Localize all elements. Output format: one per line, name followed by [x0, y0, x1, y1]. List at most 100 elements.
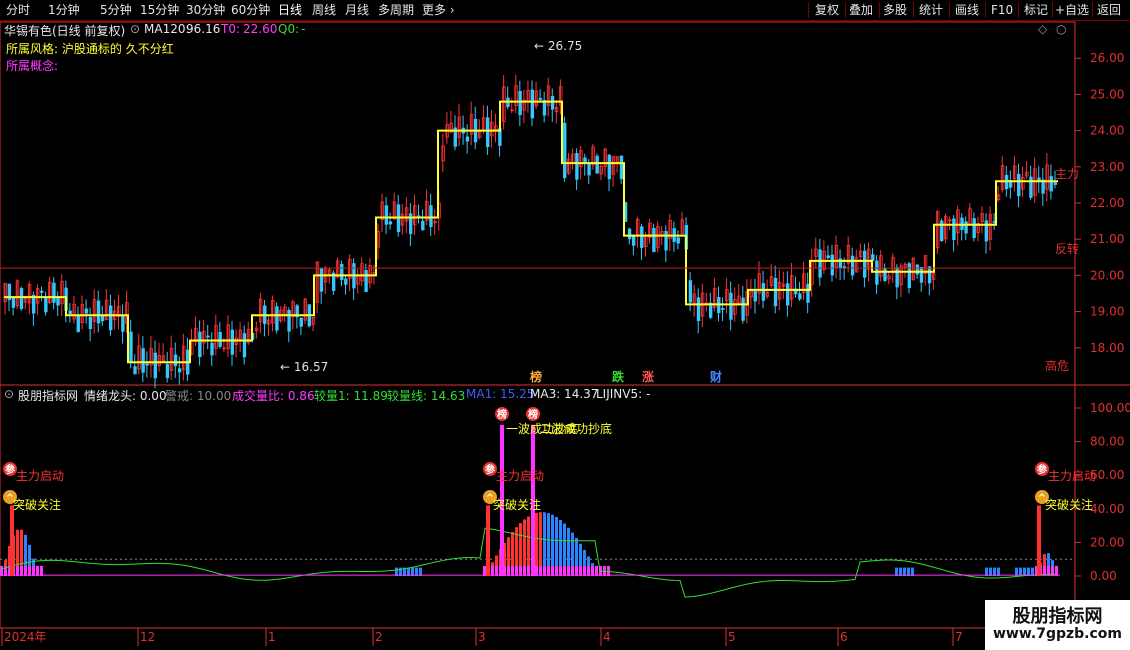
indicator-bar-base: [527, 565, 530, 576]
step-line: [0, 100, 1075, 364]
candle-body: [842, 266, 847, 269]
candle-body: [964, 221, 968, 234]
candle-body: [141, 348, 145, 373]
indicator-bar-base: [36, 565, 39, 576]
candle-body: [173, 354, 178, 367]
candle-body: [421, 220, 425, 231]
indicator-bar-base: [483, 565, 486, 576]
price-tick-label: 25.00: [1090, 87, 1124, 101]
candle-body: [287, 309, 291, 332]
event-bang1-glyph: 榜: [497, 408, 507, 421]
qxlt-value: 情绪龙头: 0.00: [84, 389, 167, 403]
indicator-bar-base: [583, 565, 586, 576]
indicator-tick-label: 100.00: [1090, 401, 1130, 415]
indicator-bar-base: [495, 565, 498, 576]
candle-body: [530, 89, 534, 119]
indicator-bar-base: [551, 565, 554, 576]
indicator-bar-base: [20, 565, 23, 576]
event-tupo-label: 突破关注: [493, 497, 541, 512]
time-tick-label: 7: [955, 630, 963, 644]
indicator-bar-base: [547, 565, 550, 576]
candles: [3, 74, 1057, 389]
indicator-tick-label: 80.00: [1090, 435, 1124, 449]
candle-body: [830, 254, 834, 276]
candle-body: [52, 282, 56, 303]
signal-bar: [10, 505, 14, 576]
candle-body: [340, 263, 344, 281]
high-price-label: ← 26.75: [534, 39, 582, 53]
time-tick-label: 1: [268, 630, 276, 644]
candle-body: [785, 283, 790, 306]
time-tick-label: 6: [840, 630, 848, 644]
event-zhuli-label: 主力启动: [1048, 469, 1096, 483]
jl1-value: 较量1: 11.89: [314, 389, 388, 403]
time-tick-label: 3: [478, 630, 486, 644]
kline-chart: 18.0019.0020.0021.0022.0023.0024.0025.00…: [0, 21, 1130, 646]
candle-body: [773, 277, 778, 307]
indicator-bar-base: [535, 565, 538, 576]
price-tick-label: 22.00: [1090, 196, 1124, 210]
indicator-bar-base: [28, 565, 31, 576]
candle-body: [550, 96, 555, 110]
candle-body: [575, 153, 579, 180]
time-tick-label: 2: [375, 630, 383, 644]
event-tupo-label: 突破关注: [1045, 497, 1093, 512]
candle-body: [676, 237, 680, 244]
indicator-bar-base: [519, 565, 522, 576]
candle-body: [44, 296, 48, 313]
candle-body: [826, 255, 830, 259]
candle-body: [40, 290, 44, 293]
event-marker: 财: [709, 369, 722, 384]
candle-body: [729, 292, 733, 320]
candle-body: [133, 366, 137, 375]
candle-body: [538, 97, 543, 100]
indicator-bar-base: [575, 565, 578, 576]
candle-body: [84, 308, 89, 314]
candle-body: [806, 283, 810, 303]
candle-body: [907, 263, 912, 288]
indicator-header: ⊙ 股朋指标网 情绪龙头: 0.00 警戒: 10.00 成交量比: 0.86 …: [0, 387, 1075, 403]
event-zhuli-glyph: 参: [5, 463, 15, 476]
indicator-bar-base: [559, 565, 562, 576]
candle-body: [863, 250, 867, 278]
candle-body: [100, 315, 105, 322]
event-marker: 榜: [530, 369, 542, 384]
event-tupo-label: 突破关注: [13, 497, 61, 512]
event-zhuli-label: 主力启动: [496, 469, 544, 483]
candle-body: [275, 306, 279, 331]
price-tick-label: 21.00: [1090, 232, 1124, 246]
indicator-bar-base: [567, 565, 570, 576]
candle-body: [871, 254, 875, 261]
candle-body: [721, 308, 725, 310]
event-zhuli-glyph: 参: [1037, 463, 1047, 476]
indicator-tick-label: 0.00: [1090, 569, 1117, 583]
indicator-bar-base: [595, 565, 598, 576]
candle-body: [210, 342, 214, 356]
candle-body: [563, 122, 567, 179]
candle-body: [129, 331, 133, 364]
candle-body: [818, 249, 822, 278]
indicator-bar-base: [515, 565, 518, 576]
right-label-gaowei: 高危: [1045, 358, 1069, 373]
candle-body: [109, 305, 113, 331]
event-marker: 涨: [642, 369, 654, 384]
indicator-bar-base: [491, 565, 494, 576]
candle-body: [883, 267, 887, 282]
price-tick-label: 20.00: [1090, 268, 1124, 282]
candle-body: [388, 221, 393, 225]
candle-body: [121, 316, 125, 332]
candle-body: [640, 226, 644, 248]
time-tick-label: 12: [140, 630, 155, 644]
candle-body: [952, 218, 956, 241]
cjlb-value: 成交量比: 0.86: [232, 389, 315, 403]
jlx-value: 较量线: 14.63: [387, 389, 466, 403]
indicator-menu-icon[interactable]: ⊙: [4, 387, 14, 401]
indicator-name: 股朋指标网: [18, 389, 79, 403]
candle-body: [486, 117, 490, 147]
candle-body: [798, 293, 802, 300]
price-tick-label: 23.00: [1090, 160, 1124, 174]
time-axis: 2024年 12 1 2 3 4 5 6 7: [1, 628, 963, 646]
candle-body: [11, 297, 16, 308]
candle-body: [1049, 176, 1053, 192]
indicator-bar-base: [16, 565, 19, 576]
